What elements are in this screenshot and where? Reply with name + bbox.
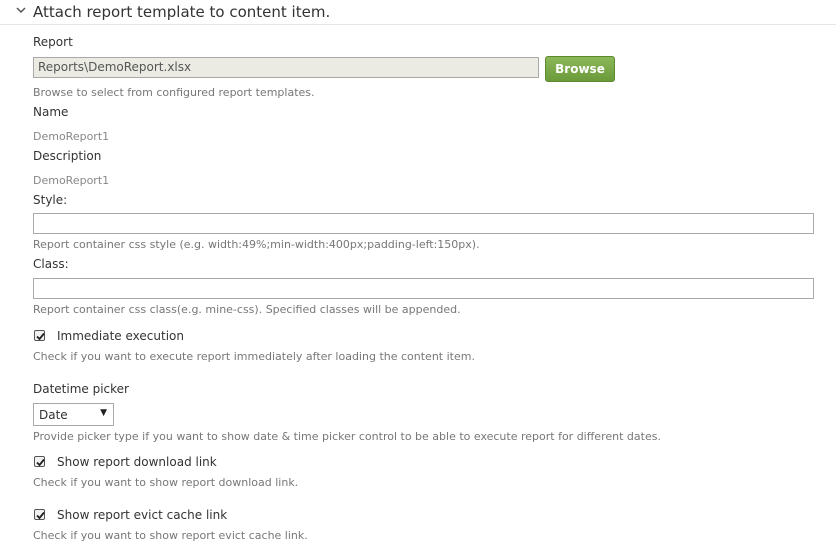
class-label: Class: <box>33 257 69 271</box>
datetime-picker-value: Date <box>39 408 68 422</box>
section-header[interactable]: Attach report template to content item. <box>0 0 836 25</box>
caret-down-icon: ▼ <box>100 408 107 418</box>
description-label: Description <box>33 149 102 163</box>
download-link-hint: Check if you want to show report downloa… <box>33 476 299 489</box>
style-hint: Report container css style (e.g. width:4… <box>33 238 480 251</box>
evict-cache-checkbox[interactable] <box>34 509 45 520</box>
report-hint: Browse to select from configured report … <box>33 86 315 99</box>
datetime-picker-hint: Provide picker type if you want to show … <box>33 430 661 443</box>
datetime-picker-label: Datetime picker <box>33 382 129 396</box>
browse-button[interactable]: Browse <box>545 56 615 82</box>
download-link-checkbox[interactable] <box>34 456 45 467</box>
style-input[interactable] <box>33 213 814 234</box>
immediate-execution-label: Immediate execution <box>57 329 184 343</box>
datetime-picker-select[interactable]: Date ▼ <box>33 403 114 426</box>
name-label: Name <box>33 105 69 119</box>
immediate-execution-checkbox[interactable] <box>34 330 45 341</box>
evict-cache-hint: Check if you want to show report evict c… <box>33 529 308 542</box>
name-value: DemoReport1 <box>33 130 110 143</box>
evict-cache-label: Show report evict cache link <box>57 508 228 522</box>
style-label: Style: <box>33 193 68 207</box>
checkmark-icon <box>36 332 45 341</box>
immediate-execution-hint: Check if you want to execute report imme… <box>33 350 475 363</box>
section-title: Attach report template to content item. <box>33 3 331 21</box>
checkmark-icon <box>36 458 45 467</box>
download-link-label: Show report download link <box>57 455 217 469</box>
class-input[interactable] <box>33 278 814 299</box>
description-value: DemoReport1 <box>33 174 110 187</box>
checkmark-icon <box>36 511 45 520</box>
report-label: Report <box>33 35 73 49</box>
report-path-input: Reports\DemoReport.xlsx <box>33 57 539 78</box>
chevron-down-icon[interactable] <box>15 4 27 16</box>
class-hint: Report container css class(e.g. mine-css… <box>33 303 461 316</box>
